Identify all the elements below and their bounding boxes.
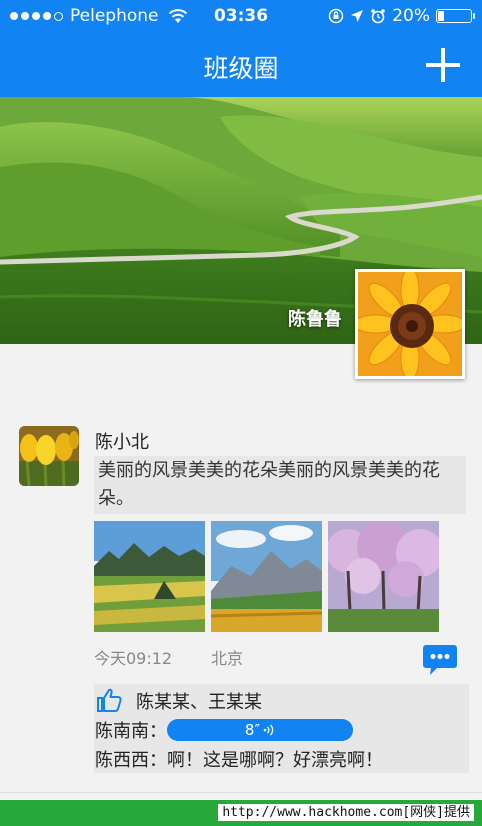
post-text: 美丽的风景美美的花朵美丽的风景美美的花朵。 [94, 456, 466, 514]
comment-author[interactable]: 陈南南： [95, 717, 167, 743]
sunflower-image [358, 272, 462, 376]
battery-percent: 20% [392, 6, 430, 26]
post-photo[interactable] [211, 521, 322, 632]
status-bar: Pelephone 03:36 20% [0, 0, 482, 34]
likers-list: 陈某某、王某某 [136, 692, 262, 713]
rotation-lock-icon [328, 8, 344, 24]
mountain-field-photo [211, 521, 322, 632]
app-screen: Pelephone 03:36 20% 班级圈 陈鲁鲁 陈小北 美丽的风景美美的… [0, 0, 482, 826]
battery-icon [436, 9, 475, 23]
bottom-bar: http://www.hackhome.com[网侠]提供 [0, 800, 482, 826]
status-right: 20% [328, 6, 475, 26]
nav-bar: 班级圈 [0, 34, 482, 97]
voice-duration: 8″ [244, 721, 261, 739]
comment-text: 啊！这是哪啊？好漂亮啊！ [167, 750, 383, 771]
thumbs-up-icon[interactable] [96, 688, 122, 712]
divider [0, 792, 482, 793]
comment-bubble-icon [423, 645, 457, 675]
tulip-image [19, 426, 79, 486]
cover-avatar[interactable] [355, 269, 465, 379]
watermark: http://www.hackhome.com[网侠]提供 [218, 804, 474, 821]
location-arrow-icon [351, 10, 364, 22]
voice-message-button[interactable]: 8″ [167, 719, 353, 741]
comment-button[interactable] [423, 645, 457, 675]
post-photo[interactable] [94, 521, 205, 632]
battery-fill [438, 11, 444, 21]
alarm-icon [371, 9, 386, 24]
add-post-button[interactable] [426, 48, 460, 82]
blossom-trees-photo [328, 521, 439, 632]
comment-item: 陈南南： 8″ [95, 717, 353, 743]
sound-wave-icon [263, 724, 274, 736]
comment-author[interactable]: 陈西西： [95, 746, 167, 772]
likes-comments-panel: 陈某某、王某某 陈南南： 8″ 陈西西： 啊！这是哪啊？好漂亮啊！ [94, 684, 469, 773]
post-location: 北京 [211, 649, 244, 668]
post-author-avatar[interactable] [19, 426, 79, 486]
cover-owner-name: 陈鲁鲁 [288, 309, 342, 330]
post-timestamp: 今天09:12 [94, 649, 173, 668]
post-author-name[interactable]: 陈小北 [95, 428, 149, 454]
karst-field-photo [94, 521, 205, 632]
page-title: 班级圈 [203, 54, 279, 83]
post-photo[interactable] [328, 521, 439, 632]
comment-item: 陈西西： 啊！这是哪啊？好漂亮啊！ [95, 746, 383, 772]
